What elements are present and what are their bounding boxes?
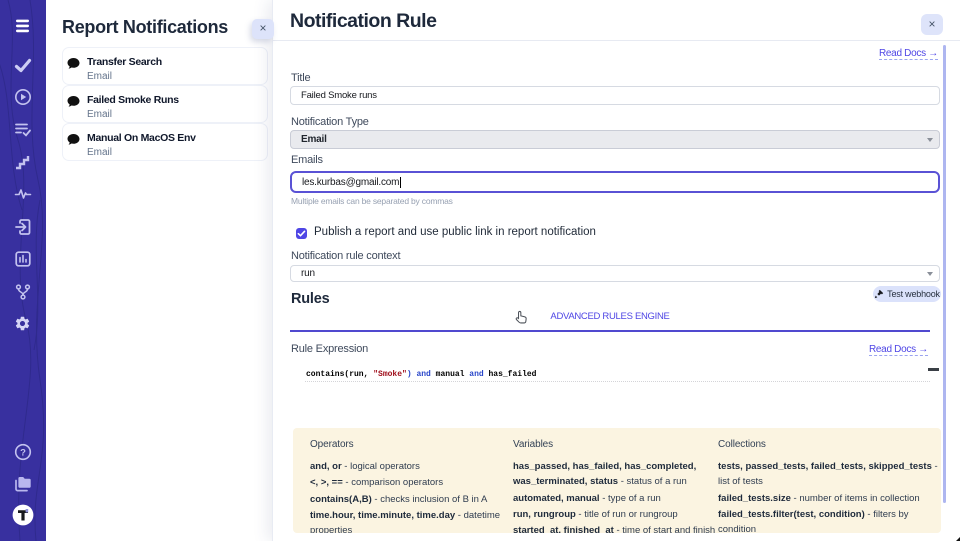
- svg-text:?: ?: [20, 447, 26, 458]
